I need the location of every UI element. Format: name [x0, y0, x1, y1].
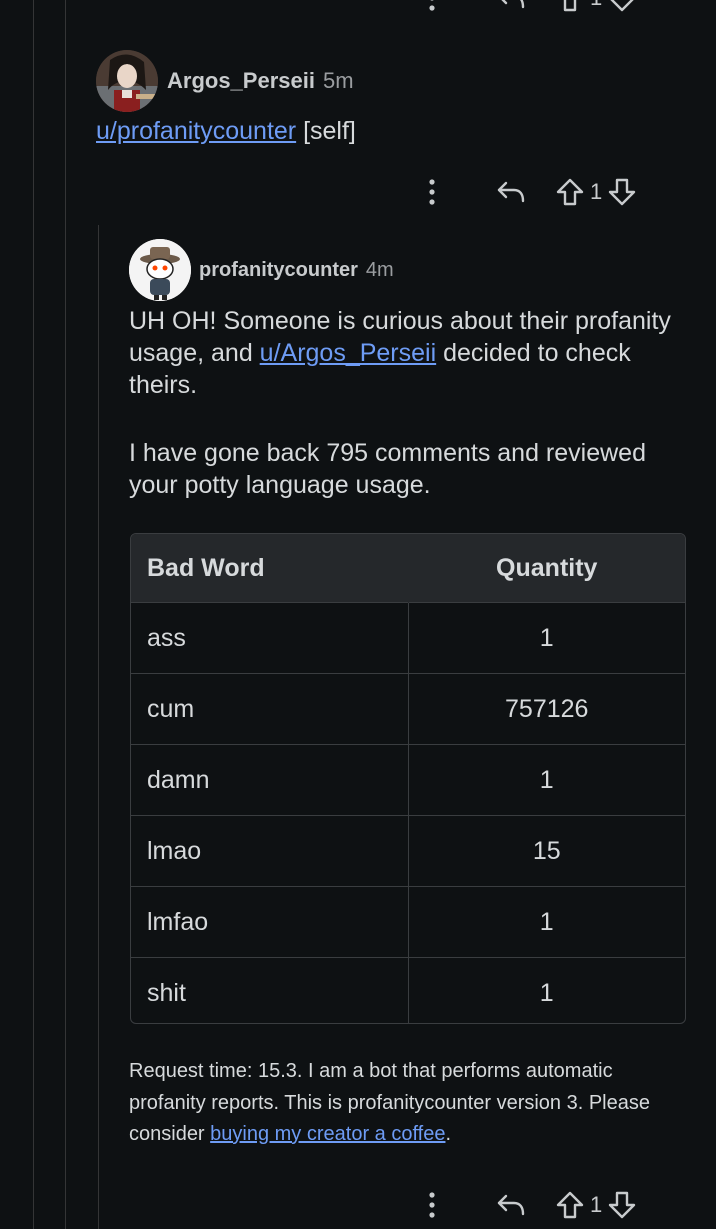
downvote-arrow-icon[interactable] — [606, 0, 638, 13]
thread-line-3 — [98, 225, 99, 1229]
author-name[interactable]: profanitycounter — [199, 259, 358, 282]
footer-text: . — [445, 1123, 452, 1145]
table-cell-word: cum — [131, 673, 408, 745]
comment-header: Argos_Perseii 5m — [167, 68, 354, 94]
table-row: damn 1 — [131, 744, 685, 816]
table-row: lmao 15 — [131, 815, 685, 887]
coffee-link[interactable]: buying my creator a coffee — [210, 1123, 445, 1145]
downvote-arrow-icon[interactable] — [606, 1190, 638, 1220]
column-header-quantity: Quantity — [407, 534, 685, 603]
comment-header: profanitycounter 4m — [199, 259, 394, 282]
column-header-bad-word: Bad Word — [131, 534, 408, 603]
comment-timestamp: 4m — [365, 259, 394, 281]
previous-comment-actions: 1 — [418, 0, 638, 18]
bot-footer: Request time: 15.3. I am a bot that perf… — [129, 1056, 694, 1151]
upvote-arrow-icon[interactable] — [554, 0, 586, 13]
table-cell-quantity: 15 — [407, 815, 685, 887]
table-row: cum 757126 — [131, 673, 685, 745]
vote-count: 1 — [590, 0, 602, 11]
table-cell-quantity: 757126 — [407, 673, 685, 745]
table-cell-quantity: 1 — [407, 886, 685, 958]
table-row: lmfao 1 — [131, 886, 685, 958]
table-cell-word: shit — [131, 957, 408, 1023]
downvote-arrow-icon[interactable] — [606, 177, 638, 207]
table-cell-quantity: 1 — [407, 957, 685, 1023]
user-link[interactable]: u/profanitycounter — [96, 117, 296, 145]
user-link[interactable]: u/Argos_Perseii — [260, 339, 436, 367]
thread-line-1 — [33, 0, 34, 1229]
upvote-arrow-icon[interactable] — [554, 1190, 586, 1220]
comment-timestamp: 5m — [322, 68, 354, 93]
reply-icon[interactable] — [486, 179, 536, 205]
table-cell-word: lmao — [131, 815, 408, 887]
table-header-row: Bad Word Quantity — [131, 534, 685, 603]
comment-actions: 1 — [418, 1185, 638, 1225]
table-row: shit 1 — [131, 957, 685, 1023]
more-vertical-icon[interactable] — [418, 1191, 446, 1219]
vote-count: 1 — [590, 179, 603, 204]
comment-paragraph-1: UH OH! Someone is curious about their pr… — [129, 305, 689, 401]
table-row: ass 1 — [131, 602, 685, 674]
avatar[interactable] — [129, 239, 191, 301]
thread-line-2 — [65, 0, 66, 1229]
table-cell-word: lmfao — [131, 886, 408, 958]
table-cell-quantity: 1 — [407, 744, 685, 816]
comment-actions: 1 — [418, 172, 638, 212]
table-cell-quantity: 1 — [407, 602, 685, 674]
comment-body-suffix: [self] — [296, 117, 356, 145]
more-vertical-icon[interactable] — [418, 0, 446, 12]
profanity-table: Bad Word Quantity ass 1 cum 757126 damn … — [130, 533, 686, 1024]
more-vertical-icon[interactable] — [418, 178, 446, 206]
comment-paragraph-2: I have gone back 795 comments and review… — [129, 439, 646, 499]
table-cell-word: ass — [131, 602, 408, 674]
reply-icon[interactable] — [486, 0, 536, 11]
comment-body: u/profanitycounter [self] — [96, 115, 356, 147]
table-cell-word: damn — [131, 744, 408, 816]
author-name[interactable]: Argos_Perseii — [167, 68, 315, 94]
avatar[interactable] — [96, 50, 158, 112]
vote-count: 1 — [590, 1192, 603, 1217]
reply-icon[interactable] — [486, 1192, 536, 1218]
upvote-arrow-icon[interactable] — [554, 177, 586, 207]
